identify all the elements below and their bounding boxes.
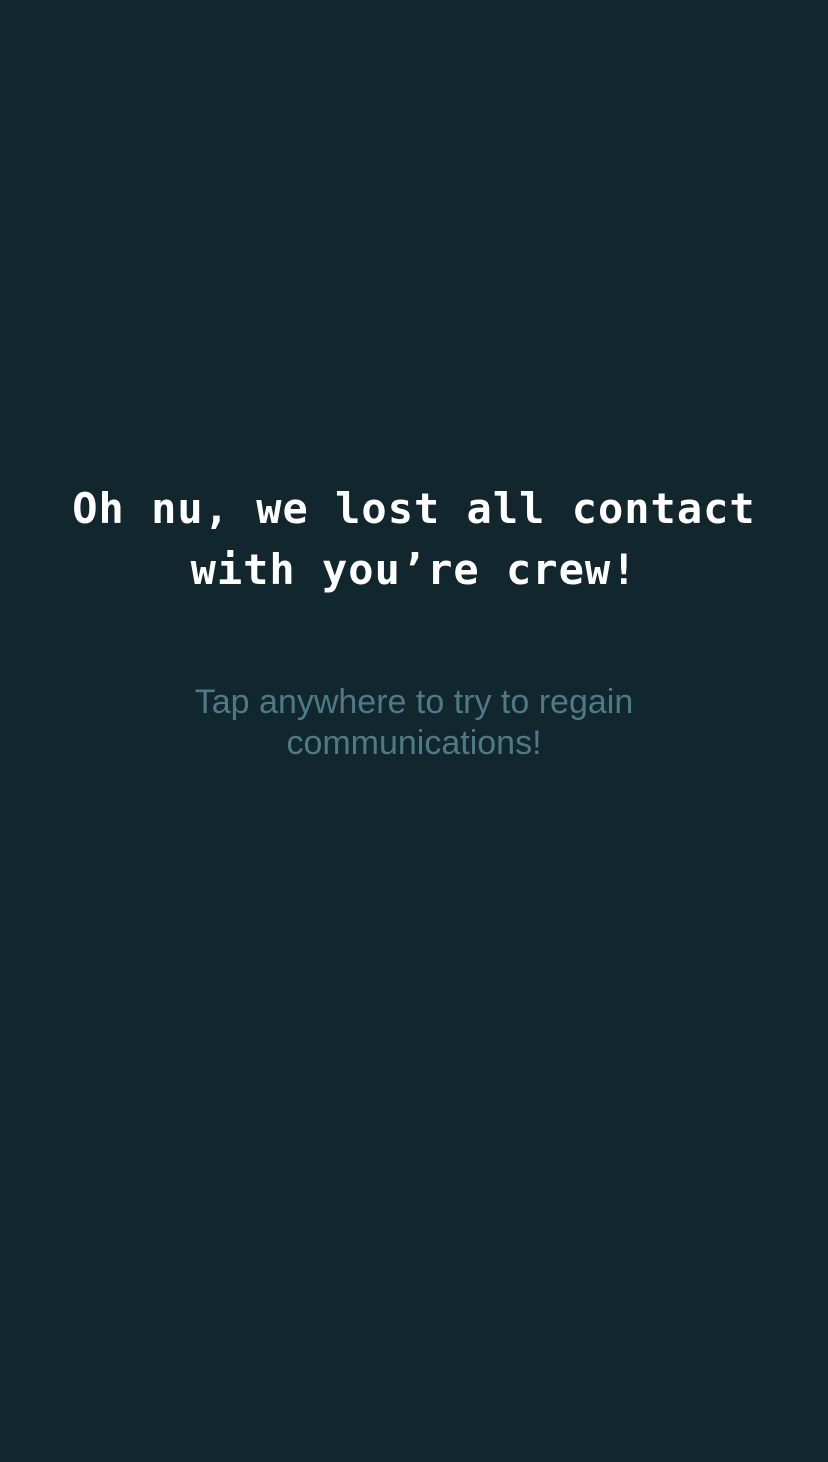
headline: Oh nu, we lost all contact with you’re c… [72,484,756,594]
tap-anywhere-area[interactable]: Oh nu, we lost all contact with you’re c… [0,0,828,1462]
tap-hint-text: Tap anywhere to try to regain communicat… [194,683,634,762]
lost-contact-message: Oh nu, we lost all contact with you’re c… [0,478,828,600]
hint-container: Tap anywhere to try to regain communicat… [0,682,828,764]
